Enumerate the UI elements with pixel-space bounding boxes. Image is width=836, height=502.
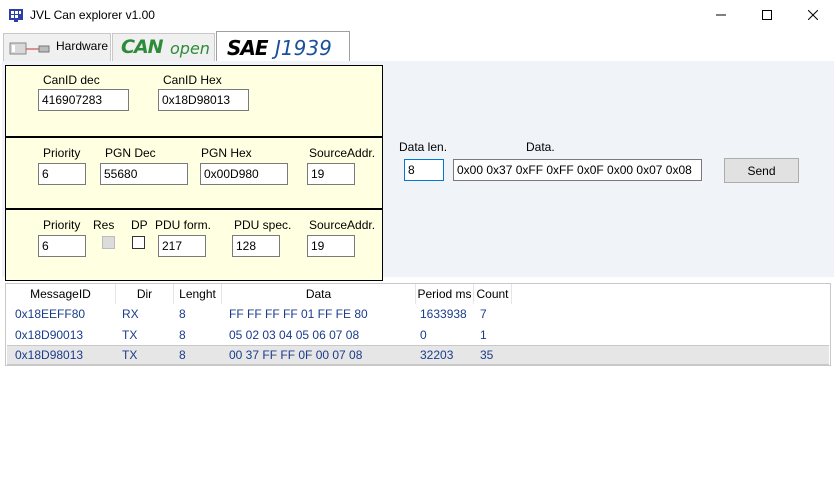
cell-dir: TX [122,328,138,342]
dp-label: DP [131,218,148,232]
pgn-dec-label: PGN Dec [105,146,156,160]
pdu-spec-label: PDU spec. [234,218,292,232]
source-addr-input[interactable]: 19 [307,163,355,185]
res-checkbox [102,236,115,249]
data-len-input[interactable]: 8 [404,159,444,181]
cell-messageid: 0x18EEFF80 [15,307,86,321]
data-label: Data. [526,140,555,154]
canid-hex-input[interactable]: 0x18D98013 [158,89,249,111]
table-row[interactable]: 0x18EEFF80 RX 8 FF FF FF FF 01 FF FE 80 … [7,304,829,324]
cell-data: 00 37 FF FF 0F 00 07 08 [229,348,363,362]
data-input[interactable]: 0x00 0x37 0xFF 0xFF 0x0F 0x00 0x07 0x08 [453,159,702,181]
pgn-hex-input[interactable]: 0x00D980 [200,163,288,185]
hardware-icon [9,42,50,55]
minimize-icon [716,14,726,16]
tab-canopen[interactable]: CAN open [112,33,215,61]
dp-checkbox[interactable] [132,236,145,249]
cell-length: 8 [179,328,186,342]
maximize-icon [762,10,772,20]
cell-length: 8 [179,307,186,321]
column-header-length[interactable]: Lenght [174,284,222,304]
cell-count: 7 [480,307,487,321]
pdu-source-addr-label: SourceAddr. [309,218,376,232]
column-header-count[interactable]: Count [474,284,512,304]
close-icon [808,10,818,20]
pdu-form-label: PDU form. [155,218,212,232]
app-icon [8,7,24,23]
minimize-button[interactable] [698,0,744,30]
data-len-label: Data len. [399,140,448,154]
tab-hardware[interactable]: Hardware [3,33,111,61]
window-title: JVL Can explorer v1.00 [30,8,155,22]
close-button[interactable] [790,0,836,30]
pgn-dec-input[interactable]: 55680 [100,163,188,185]
pdu-spec-input[interactable]: 128 [232,235,280,257]
cell-dir: RX [122,307,139,321]
priority-label: Priority [43,146,81,160]
canid-hex-label: CanID Hex [163,73,222,87]
tab-hardware-label: Hardware [56,39,109,53]
tab-j1939[interactable]: SAE J1939 [216,31,350,62]
source-addr-label: SourceAddr. [309,146,376,160]
pdu-form-input[interactable]: 217 [158,235,206,257]
cell-messageid: 0x18D90013 [15,328,84,342]
cell-data: FF FF FF FF 01 FF FE 80 [229,307,368,321]
canid-dec-label: CanID dec [43,73,100,87]
message-grid: MessageID Dir Lenght Data Period ms Coun… [5,283,831,366]
cell-data: 05 02 03 04 05 06 07 08 [229,328,360,342]
canid-dec-input[interactable]: 416907283 [38,89,129,111]
cell-period: 0 [420,328,427,342]
cell-messageid: 0x18D98013 [15,348,84,362]
column-header-messageid[interactable]: MessageID [6,284,116,304]
cell-period: 1633938 [420,307,467,321]
canopen-logo-can: CAN [121,36,164,58]
canopen-logo-open: open [170,39,210,58]
priority-input[interactable]: 6 [38,163,86,185]
sae-logo: SAE [227,36,269,60]
cell-dir: TX [122,348,138,362]
pdu-source-addr-input[interactable]: 19 [307,235,355,257]
column-header-data[interactable]: Data [222,284,416,304]
j1939-logo: J1939 [275,36,332,60]
pdu-priority-input[interactable]: 6 [38,235,86,257]
pgn-hex-label: PGN Hex [201,146,252,160]
maximize-button[interactable] [744,0,790,30]
column-header-dir[interactable]: Dir [116,284,174,304]
cell-count: 35 [480,348,494,362]
pdu-priority-label: Priority [43,218,81,232]
column-header-period[interactable]: Period ms [416,284,474,304]
res-label: Res [93,218,115,232]
cell-length: 8 [179,348,186,362]
table-row[interactable]: 0x18D90013 TX 8 05 02 03 04 05 06 07 08 … [7,325,829,345]
cell-count: 1 [480,328,487,342]
send-button[interactable]: Send [724,158,799,183]
cell-period: 32203 [420,348,454,362]
table-row-selected[interactable]: 0x18D98013 TX 8 00 37 FF FF 0F 00 07 08 … [7,345,829,365]
